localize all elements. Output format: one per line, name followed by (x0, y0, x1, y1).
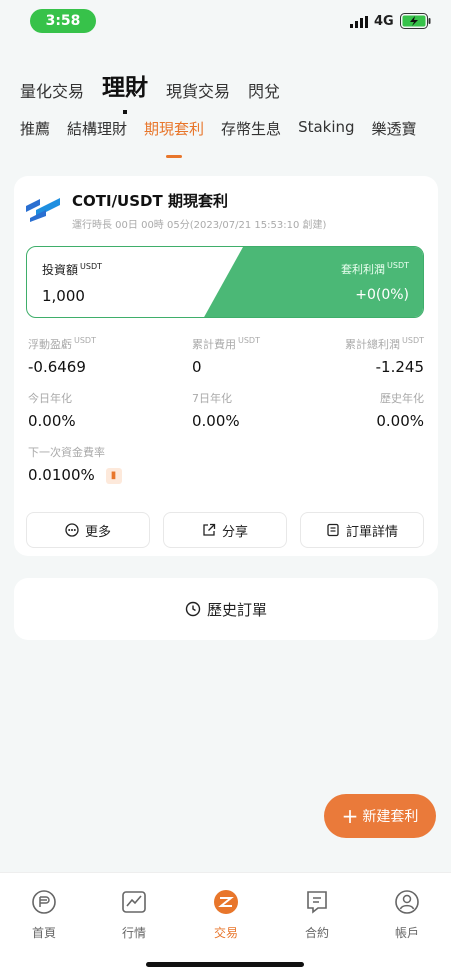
top-nav-swap[interactable]: 閃兌 (248, 78, 280, 102)
tab-lottery[interactable]: 樂透寶 (372, 118, 417, 148)
plus-icon: + (341, 804, 359, 828)
tab-recommended[interactable]: 推薦 (20, 118, 50, 148)
top-nav-spot[interactable]: 現貨交易 (166, 78, 230, 102)
tab-staking[interactable]: Staking (298, 118, 354, 148)
action-row: 更多 分享 訂單詳情 (26, 512, 424, 548)
invest-label: 投資額 USDT (42, 262, 102, 277)
accumulated-fees: 累計費用 USDT 0 (192, 336, 260, 376)
nav-contract[interactable]: 合約 (287, 889, 347, 941)
signal-icon (350, 16, 368, 28)
total-profit: 累計總利潤 USDT -1.245 (345, 336, 424, 376)
trade-icon (214, 890, 238, 914)
more-button[interactable]: 更多 (26, 512, 150, 548)
nav-home[interactable]: 首頁 (14, 889, 74, 941)
history-apr: 歷史年化 0.00% (376, 392, 424, 430)
top-nav-finance[interactable]: 理財 (102, 68, 148, 102)
document-icon (327, 523, 339, 537)
clock-icon (185, 601, 201, 617)
invest-value: 1,000 (42, 287, 85, 305)
coti-logo-icon (26, 198, 60, 222)
nav-trade[interactable]: 交易 (196, 889, 256, 941)
status-bar: 3:58 4G (0, 0, 451, 44)
funding-chart-icon[interactable]: ▮ (105, 467, 122, 484)
account-icon (395, 890, 419, 914)
new-arbitrage-button[interactable]: + 新建套利 (324, 794, 436, 838)
market-chart-icon (122, 891, 146, 913)
sub-tabs: 推薦 結構理財 期現套利 存幣生息 Staking 樂透寶 (20, 118, 434, 148)
network-label: 4G (374, 14, 394, 29)
pair-title: COTI/USDT 期現套利 (72, 192, 228, 210)
order-detail-button[interactable]: 訂單詳情 (300, 512, 424, 548)
contract-icon (307, 891, 327, 914)
history-orders-label: 歷史訂單 (206, 600, 267, 619)
more-icon (65, 523, 79, 537)
today-apr: 今日年化 0.00% (28, 392, 76, 430)
bottom-nav: 首頁 行情 交易 合約 帳戶 (0, 872, 451, 974)
floating-pnl: 浮動盈虧 USDT -0.6469 (28, 336, 96, 376)
profit-value: +0(0%) (355, 287, 409, 303)
top-nav-quant[interactable]: 量化交易 (20, 78, 84, 102)
home-indicator (146, 962, 304, 967)
battery-charging-icon (400, 13, 431, 29)
nav-account[interactable]: 帳戶 (377, 889, 437, 941)
arbitrage-card: COTI/USDT 期現套利 運行時長 00日 00時 05分(2023/07/… (14, 176, 438, 556)
home-icon (32, 890, 56, 914)
tab-structured[interactable]: 結構理財 (67, 118, 127, 148)
share-button[interactable]: 分享 (163, 512, 287, 548)
investment-box: 投資額 USDT 1,000 套利利潤 USDT +0(0%) (26, 246, 424, 318)
top-nav: 量化交易 理財 現貨交易 閃兌 (20, 62, 298, 102)
tab-savings[interactable]: 存幣生息 (221, 118, 281, 148)
history-orders-button[interactable]: 歷史訂單 (14, 578, 438, 640)
next-funding-rate: 下一次資金費率 0.0100% ▮ (28, 444, 122, 484)
share-icon (203, 523, 216, 536)
status-time: 3:58 (30, 9, 96, 33)
nav-market[interactable]: 行情 (104, 889, 164, 941)
profit-label: 套利利潤 USDT (341, 261, 409, 276)
seven-day-apr: 7日年化 0.00% (192, 392, 240, 430)
profit-panel (203, 247, 423, 317)
tab-arbitrage[interactable]: 期現套利 (144, 118, 204, 148)
run-duration: 運行時長 00日 00時 05分(2023/07/21 15:53:10 創建) (72, 220, 327, 231)
